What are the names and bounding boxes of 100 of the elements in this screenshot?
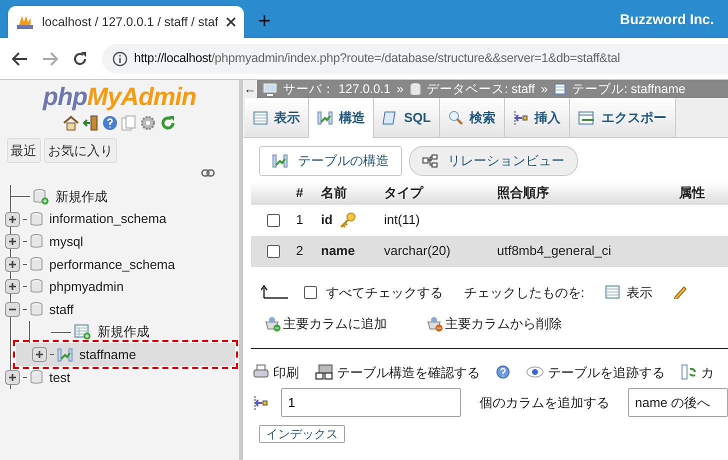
action-link[interactable]: 表示 [605, 282, 652, 302]
page-tab[interactable]: エクスポー [570, 98, 676, 137]
sub-tab[interactable]: テーブルの構造 [259, 146, 402, 176]
column-count-label: 個のカラムを追加する [480, 394, 610, 412]
tree-item-link[interactable]: test [49, 368, 70, 388]
check-all-checkbox[interactable]: すべてチェックする [304, 282, 443, 302]
table-icon [253, 110, 268, 124]
tab-title: localhost / 127.0.0.1 / staff / staf [42, 14, 218, 31]
tree-item-link[interactable]: phpmyadmin [49, 277, 124, 297]
database-icon [30, 212, 43, 227]
monitor-icon [263, 82, 277, 96]
expand-icon[interactable] [5, 256, 20, 272]
sub-tab[interactable]: リレーションビュー [408, 146, 578, 176]
tree-item-link[interactable]: mysql [49, 232, 84, 252]
expand-icon[interactable] [5, 370, 20, 385]
back-arrow-icon[interactable] [12, 52, 28, 66]
table-structure-icon [57, 348, 73, 362]
structure-icon [317, 111, 333, 125]
breadcrumb-link[interactable]: テーブル: staffname [572, 80, 686, 98]
relation-icon [422, 154, 438, 168]
database-icon [410, 82, 421, 96]
link-icon[interactable] [201, 169, 215, 178]
table-cell-text: varchar(20) [384, 242, 452, 260]
table-icon [554, 83, 566, 95]
move-columns-icon [681, 364, 697, 380]
printer-icon [253, 364, 269, 380]
tool-link[interactable]: テーブル構造を確認する [315, 362, 480, 382]
selected-table-row[interactable]: staffname [16, 343, 235, 366]
tool-link[interactable]: カ [681, 362, 714, 382]
table-cell-text: 1 [296, 211, 304, 230]
page-tab[interactable]: 挿入 [504, 98, 570, 137]
tool-link[interactable]: 印刷 [253, 362, 299, 382]
expand-icon[interactable] [5, 212, 20, 227]
page-tab[interactable]: 表示 [245, 98, 309, 137]
home-icon[interactable] [63, 115, 80, 132]
info-icon [112, 50, 128, 66]
database-icon [30, 370, 43, 385]
row-checkbox[interactable] [267, 244, 280, 258]
breadcrumb-separator: » [540, 80, 548, 98]
tree-item-link[interactable]: information_schema [49, 209, 166, 229]
basket-icon [265, 316, 281, 332]
new-item-link[interactable]: 新規作成 [97, 322, 150, 342]
sidebar-button[interactable]: 最近 [6, 138, 40, 164]
database-icon [30, 234, 43, 250]
tool-link[interactable]: テーブルを追跡する [526, 362, 665, 382]
table-cell-text: utf8mb4_general_ci [497, 242, 612, 260]
table-grid-icon [315, 364, 333, 380]
document-icon [382, 110, 398, 126]
reload-icon[interactable] [72, 50, 88, 66]
database-icon [30, 256, 43, 272]
with-selected-label: チェックしたものを: [464, 284, 584, 302]
column-header[interactable]: 照合順序 [497, 183, 679, 203]
tree-item-link[interactable]: staffname [79, 344, 136, 364]
structure-icon [272, 154, 288, 168]
page-tab[interactable]: 構造 [309, 98, 374, 138]
page-tab[interactable]: 検索 [440, 98, 505, 137]
basket-icon [427, 316, 443, 332]
breadcrumb-link[interactable]: データベース: staff [426, 80, 535, 98]
column-header[interactable]: 属性 [679, 183, 728, 203]
table-cell-text: 2 [296, 242, 304, 260]
expand-icon[interactable] [5, 234, 20, 250]
tree-item-link[interactable]: performance_schema [49, 254, 175, 274]
close-icon[interactable] [226, 17, 236, 27]
tree-item-link[interactable]: staff [49, 300, 74, 320]
column-header[interactable]: タイプ [384, 183, 497, 203]
browser-tab[interactable]: localhost / 127.0.0.1 / staff / staf [8, 6, 244, 38]
exit-door-icon[interactable] [82, 115, 99, 132]
sidebar-button[interactable]: お気に入り [44, 138, 117, 164]
collapse-icon[interactable] [5, 302, 20, 318]
brand-label: Buzzword Inc. [620, 10, 714, 28]
breadcrumb-link[interactable]: サーバ： 127.0.0.1 [283, 80, 391, 98]
database-icon [30, 279, 43, 294]
action-link[interactable] [673, 285, 688, 300]
action-link[interactable]: 主要カラムから削除 [427, 314, 562, 334]
new-item-link[interactable]: 新規作成 [55, 186, 108, 206]
row-checkbox[interactable] [267, 214, 280, 226]
table-cell-text: id [321, 211, 333, 230]
new-database-icon [33, 188, 49, 205]
magnifier-icon [448, 110, 464, 126]
index-button[interactable]: インデックス [259, 425, 345, 443]
url-text: http://localhost/phpmyadmin/index.php?route=/database/structure&&server=1&db=staff&tal [134, 50, 620, 68]
database-icon [30, 302, 43, 318]
address-bar[interactable]: http://localhost/phpmyadmin/index.php?route=/database/structure&&server=1&db=staff&tal [102, 44, 728, 74]
phpmyadmin-logo[interactable]: phpMyAdmin [0, 82, 239, 112]
new-tab-button[interactable]: + [258, 10, 271, 32]
column-count-field[interactable]: 1 [281, 388, 461, 417]
page-tab[interactable]: SQL [374, 98, 440, 137]
help-icon[interactable] [102, 115, 118, 132]
expand-icon[interactable] [32, 347, 47, 362]
column-header[interactable]: 名前 [321, 183, 384, 203]
settings-icon[interactable] [140, 115, 156, 132]
action-link[interactable]: 主要カラムに追加 [265, 314, 387, 334]
up-arrow-icon [261, 285, 289, 300]
table-cell-text: int(11) [384, 211, 421, 230]
insert-column-icon [253, 394, 269, 410]
column-header[interactable]: # [296, 183, 321, 203]
new-table-icon [74, 324, 91, 340]
position-select[interactable]: name の後へ [628, 388, 728, 417]
expand-icon[interactable] [5, 279, 20, 294]
app-logo-icon [16, 14, 34, 30]
